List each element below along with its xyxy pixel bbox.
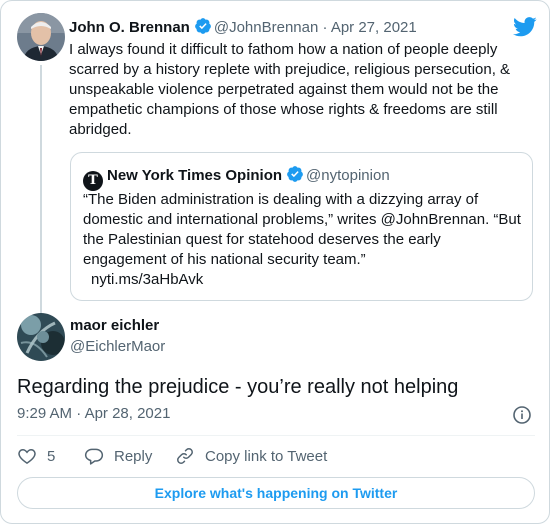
heart-icon <box>18 448 36 464</box>
tweet-actions-bar: 5 Reply Copy link to Tweet <box>17 445 327 467</box>
quoted-tweet-header: T New York Times Opinion @nytopinion <box>83 165 390 191</box>
reply-author-handle[interactable]: @EichlerMaor <box>70 338 165 355</box>
reply-tweet-timestamp[interactable]: 9:29 AM · Apr 28, 2021 <box>17 405 170 422</box>
parent-tweet-header: John O. Brennan @JohnBrennan · Apr 27, 20… <box>69 17 417 38</box>
reply-date: Apr 28, 2021 <box>84 405 171 422</box>
parent-tweet-text: I always found it difficult to fathom ho… <box>69 41 511 138</box>
thread-connector-line <box>40 65 42 319</box>
copy-link-label: Copy link to Tweet <box>205 447 328 465</box>
tweet-embed-card: John O. Brennan @JohnBrennan · Apr 27, 20… <box>0 0 550 524</box>
parent-author-avatar[interactable] <box>17 13 65 61</box>
verified-badge-icon <box>194 17 212 35</box>
nyt-logo-icon: T <box>83 171 103 191</box>
reply-tweet-text: Regarding the prejudice - you’re really … <box>17 376 459 398</box>
reply-author-avatar[interactable] <box>17 313 65 361</box>
reply-label: Reply <box>114 447 153 465</box>
parent-author-handle[interactable]: @JohnBrennan <box>214 19 318 36</box>
timestamp-separator: · <box>76 405 82 422</box>
quoted-tweet-text: “The Biden administration is dealing wit… <box>83 191 521 268</box>
quoted-tweet-card[interactable]: T New York Times Opinion @nytopinion “The … <box>70 152 533 301</box>
twitter-bird-icon[interactable] <box>512 17 537 37</box>
reply-time: 9:29 AM <box>17 405 73 422</box>
like-count: 5 <box>47 447 56 465</box>
quoted-author-handle[interactable]: @nytopinion <box>306 167 390 184</box>
divider <box>17 435 535 436</box>
parent-author-name[interactable]: John O. Brennan <box>69 19 190 36</box>
explore-twitter-button[interactable]: Explore what's happening on Twitter <box>17 477 535 509</box>
reply-button[interactable]: Reply <box>84 446 175 466</box>
reply-author-name[interactable]: maor eichler <box>70 317 159 334</box>
quoted-author-name[interactable]: New York Times Opinion <box>107 167 282 184</box>
verified-badge-icon <box>286 165 304 183</box>
like-button[interactable]: 5 <box>17 446 84 466</box>
parent-tweet-date[interactable]: Apr 27, 2021 <box>331 19 417 36</box>
header-separator: · <box>322 19 328 36</box>
info-icon[interactable] <box>512 405 532 425</box>
link-icon <box>177 448 193 464</box>
quoted-tweet-link[interactable]: nyti.ms/3aHbAvk <box>91 270 203 290</box>
copy-link-button[interactable]: Copy link to Tweet <box>175 446 327 466</box>
reply-icon <box>84 448 104 465</box>
